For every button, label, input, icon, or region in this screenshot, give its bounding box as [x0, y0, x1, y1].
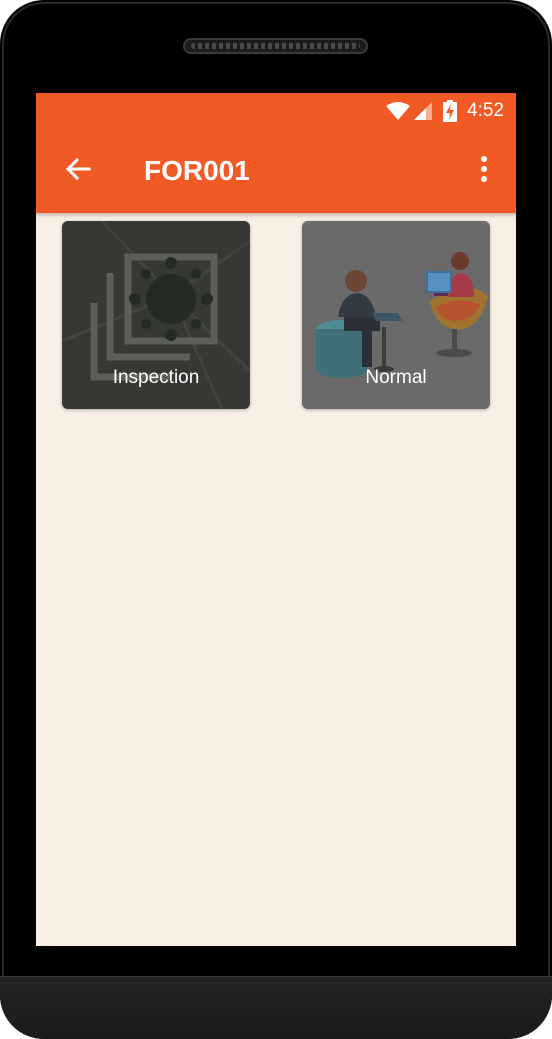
phone-frame: 4:52 FOR001 Inspection Normal	[0, 0, 552, 1039]
app-screen: 4:52 FOR001 Inspection Normal	[36, 93, 516, 946]
overflow-menu-button[interactable]	[470, 147, 498, 195]
arrow-left-icon	[64, 155, 92, 188]
app-toolbar: FOR001	[36, 129, 516, 213]
inspection-tile[interactable]: Inspection	[62, 221, 250, 409]
status-icons: 4:52	[385, 99, 504, 123]
status-time: 4:52	[467, 100, 504, 121]
inspection-label: Inspection	[112, 367, 200, 388]
cell-signal-icon	[413, 101, 433, 121]
status-bar: 4:52	[36, 93, 516, 129]
back-button[interactable]	[56, 147, 100, 195]
wifi-icon	[385, 101, 411, 121]
page-title: FOR001	[144, 155, 250, 186]
battery-charging-icon	[443, 100, 458, 122]
speaker-grille	[191, 43, 360, 49]
normal-label: Normal	[365, 367, 427, 388]
phone-chin	[0, 976, 552, 1039]
phone-speaker	[183, 38, 368, 54]
normal-tile[interactable]: Normal	[302, 221, 490, 409]
more-vert-icon	[480, 155, 488, 187]
